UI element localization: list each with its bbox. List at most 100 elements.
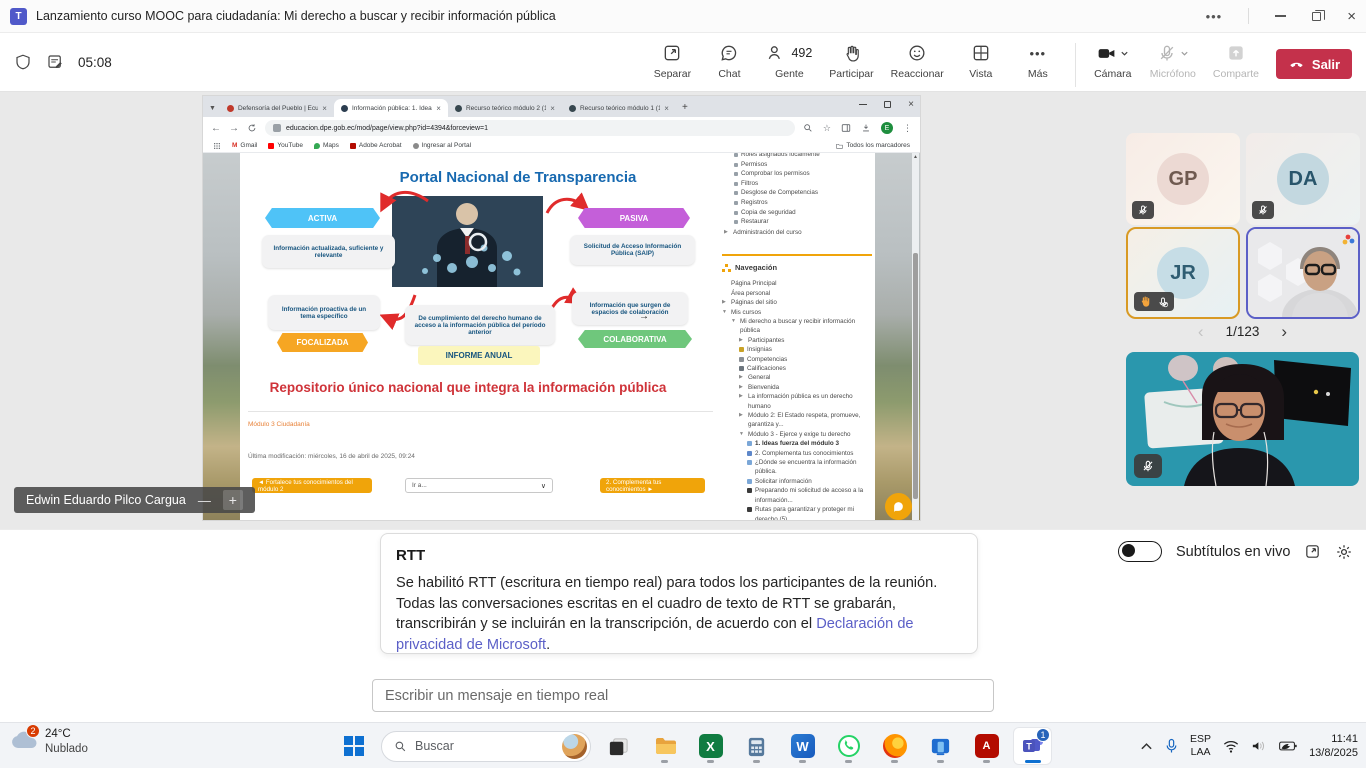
rtt-message-input[interactable]: Escribir un mensaje en tiempo real (372, 679, 994, 712)
pager-prev-icon[interactable]: ‹ (1198, 323, 1204, 340)
bookmark-maps[interactable]: Maps (314, 142, 339, 149)
participant-tile-da[interactable]: DA (1246, 133, 1360, 225)
browser-close-icon[interactable]: × (908, 99, 914, 110)
nav-item-course[interactable]: ▼Mi derecho a buscar y recibir informaci… (722, 317, 872, 336)
separate-button[interactable]: Separar (652, 41, 692, 80)
reload-icon[interactable] (247, 123, 257, 133)
gear-icon[interactable] (1335, 543, 1353, 561)
window-more-icon[interactable]: ••• (1206, 9, 1223, 24)
share-button[interactable]: Comparte (1213, 41, 1259, 80)
chat-button[interactable]: Chat (709, 41, 749, 80)
scrollbar-thumb[interactable] (913, 253, 918, 499)
participant-tile-video[interactable] (1246, 227, 1360, 319)
admin-root[interactable]: ▶Administración del curso (722, 228, 872, 238)
file-explorer-button[interactable] (646, 728, 683, 764)
bookmark-star-icon[interactable]: ☆ (823, 123, 831, 134)
bookmark-portal[interactable]: Ingresar al Portal (413, 142, 472, 149)
nav-item[interactable]: ▶Bienvenida (722, 383, 872, 392)
browser-tab-4[interactable]: Recurso teórico módulo 1 (1)× (562, 99, 676, 117)
chevron-down-icon[interactable] (1180, 49, 1189, 58)
page-fab-button[interactable] (885, 493, 912, 520)
nav-item[interactable]: Solicitar información (722, 477, 872, 486)
admin-item[interactable]: Comprobar los permisos (722, 169, 872, 179)
nav-item[interactable]: Competencias (722, 355, 872, 364)
download-icon[interactable] (861, 123, 871, 133)
spotlight-video-tile[interactable] (1126, 352, 1359, 486)
browser-restore-icon[interactable] (884, 101, 891, 108)
start-button[interactable] (336, 728, 372, 764)
phone-link-button[interactable] (922, 728, 959, 764)
tab-close-icon[interactable]: × (664, 104, 669, 113)
teams-button[interactable]: T 1 (1014, 728, 1051, 764)
admin-item[interactable]: Filtros (722, 179, 872, 189)
calculator-button[interactable] (738, 728, 775, 764)
tab-close-icon[interactable]: × (436, 104, 441, 113)
raise-hand-button[interactable]: Participar (829, 41, 873, 80)
admin-item[interactable]: Restaurar (722, 217, 872, 227)
nav-item[interactable]: Área personal (722, 289, 872, 298)
word-button[interactable]: W (784, 728, 821, 764)
admin-item[interactable]: Registros (722, 198, 872, 208)
forward-icon[interactable]: → (229, 123, 239, 134)
chevron-down-icon[interactable] (1120, 49, 1129, 58)
tab-close-icon[interactable]: × (550, 104, 555, 113)
camera-button[interactable]: Cámara (1093, 41, 1133, 80)
excel-button[interactable]: X (692, 728, 729, 764)
browser-tab-2-active[interactable]: Información pública: 1. Ideas fu× (334, 99, 448, 117)
next-module-button[interactable]: 2. Complementa tus conocimientos ► (600, 478, 705, 493)
nav-item[interactable]: ▼Mis cursos (722, 308, 872, 317)
view-button[interactable]: Vista (961, 41, 1001, 80)
tab-close-icon[interactable]: × (322, 104, 327, 113)
nav-item-current-page[interactable]: 1. Ideas fuerza del módulo 3 (722, 439, 872, 448)
nav-item[interactable]: Insignias (722, 345, 872, 354)
bookmark-acrobat[interactable]: Adobe Acrobat (350, 142, 402, 149)
expander-icon[interactable]: ▶ (724, 228, 730, 238)
shield-icon[interactable] (14, 53, 32, 71)
nav-item[interactable]: Página Principal (722, 279, 872, 288)
restore-icon[interactable] (1312, 12, 1321, 21)
back-icon[interactable]: ← (211, 123, 221, 134)
leave-button[interactable]: Salir (1276, 49, 1352, 79)
browser-menu-icon[interactable]: ⋮ (903, 123, 912, 134)
nav-item[interactable]: ▶Módulo 2: El Estado respeta, promueve, … (722, 411, 872, 430)
all-bookmarks[interactable]: Todos los marcadores (836, 142, 910, 149)
nav-item[interactable]: Calificaciones (722, 364, 872, 373)
browser-minimize-icon[interactable] (859, 104, 867, 105)
pager-next-icon[interactable]: › (1281, 323, 1287, 340)
wifi-icon[interactable] (1223, 740, 1239, 753)
admin-item[interactable]: Permisos (722, 160, 872, 170)
zoom-out-button[interactable]: — (198, 493, 211, 508)
speaker-icon[interactable] (1251, 739, 1267, 753)
zoom-search-icon[interactable] (803, 123, 813, 133)
nav-item[interactable]: Rutas para garantizar y proteger mi dere… (722, 505, 872, 520)
profile-avatar[interactable]: E (881, 122, 893, 134)
firefox-button[interactable] (876, 728, 913, 764)
nav-item[interactable]: ▶La información pública es un derecho hu… (722, 392, 872, 411)
nav-item-module3[interactable]: ▼Módulo 3 - Ejerce y exige tu derecho (722, 430, 872, 439)
close-icon[interactable]: × (1347, 9, 1356, 24)
taskbar-clock[interactable]: 11:4113/8/2025 (1309, 732, 1358, 761)
task-view-button[interactable] (600, 728, 637, 764)
tray-chevron-icon[interactable] (1140, 741, 1153, 751)
nav-item[interactable]: Preparando mi solicitud de acceso a la i… (722, 486, 872, 505)
mic-button[interactable]: Micrófono (1150, 41, 1196, 80)
browser-tab-1[interactable]: Defensoría del Pueblo | Ecuado× (220, 99, 334, 117)
side-panel-icon[interactable] (841, 123, 851, 133)
jump-to-select[interactable]: Ir a...∨ (405, 478, 553, 493)
bookmark-gmail[interactable]: MGmail (232, 142, 257, 149)
new-tab-icon[interactable]: + (682, 102, 688, 113)
taskbar-search[interactable]: Buscar (381, 731, 591, 762)
taskbar-weather[interactable]: 2 24°CNublado (10, 727, 88, 757)
acrobat-button[interactable]: A (968, 728, 1005, 764)
tab-search-icon[interactable]: ▼ (209, 105, 216, 112)
whatsapp-button[interactable] (830, 728, 867, 764)
admin-item[interactable]: Roles asignados localmente (722, 153, 872, 160)
address-bar[interactable]: educacion.dpe.gob.ec/mod/page/view.php?i… (265, 120, 795, 136)
more-button[interactable]: ••• Más (1018, 41, 1058, 80)
language-indicator[interactable]: ESPLAA (1190, 733, 1211, 759)
search-highlight-image[interactable] (562, 734, 587, 759)
people-button[interactable]: 492 Gente (766, 41, 812, 80)
module-link[interactable]: Módulo 3 Ciudadanía (248, 421, 310, 428)
admin-item[interactable]: Desglose de Competencias (722, 188, 872, 198)
battery-icon[interactable] (1279, 740, 1297, 752)
